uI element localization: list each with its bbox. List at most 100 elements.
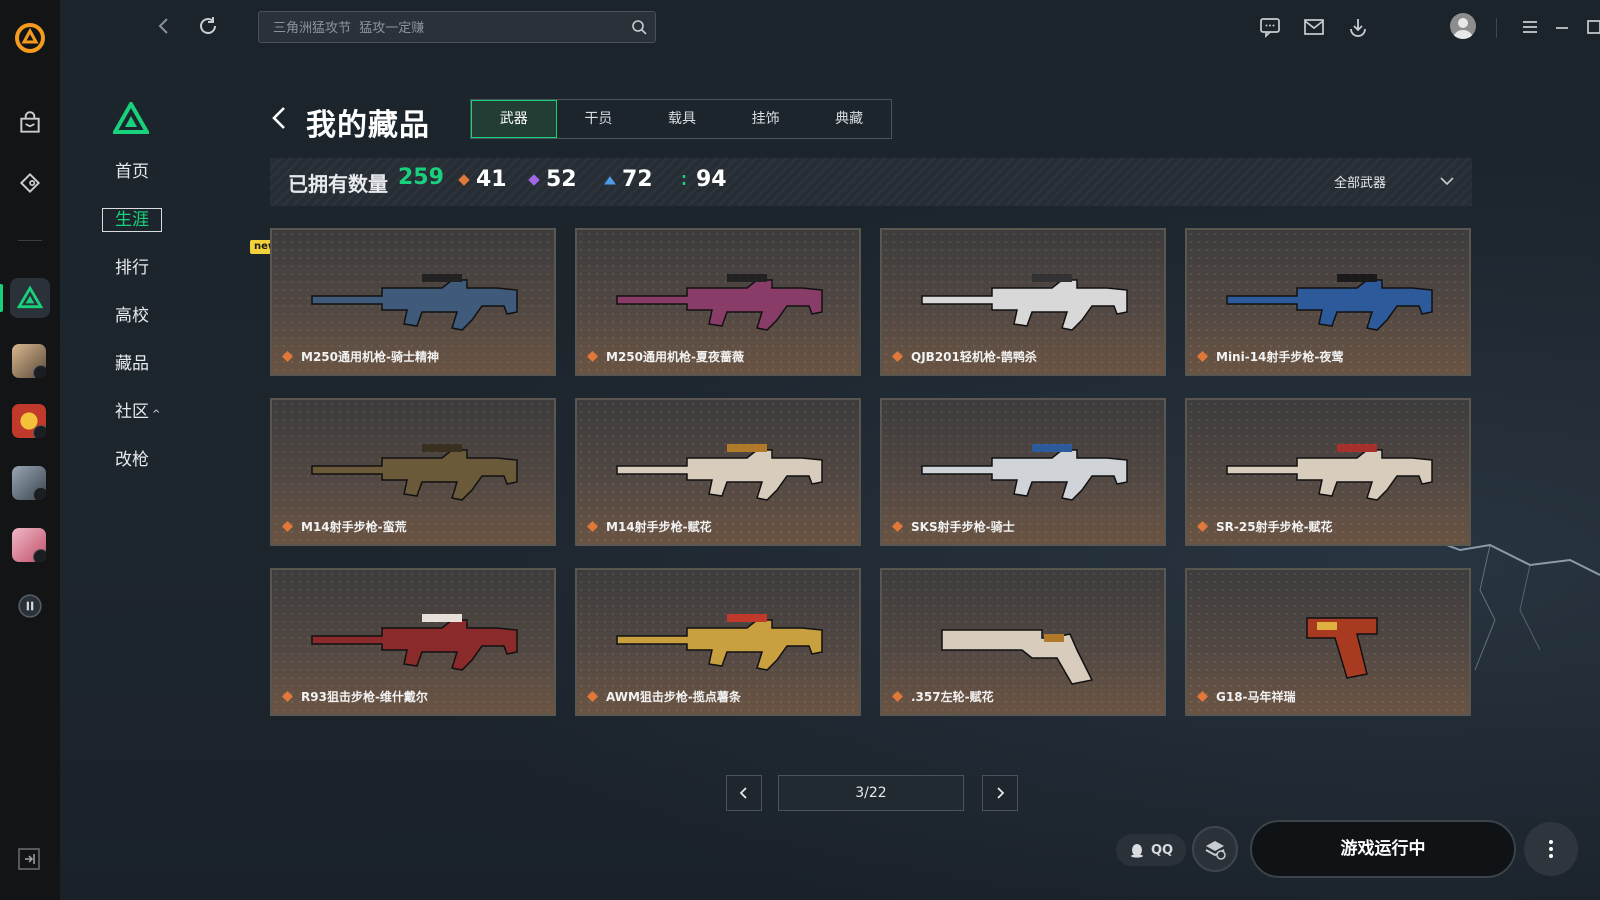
tier-gem-icon xyxy=(458,173,470,186)
minimize-icon[interactable] xyxy=(1550,15,1574,39)
stats-bar: 已拥有数量 259 41 52 72 94 全部武器 xyxy=(270,158,1472,206)
weapon-card[interactable]: M14射手步枪-蛮荒 xyxy=(270,398,556,546)
section-nav-item[interactable]: 改枪 xyxy=(100,446,220,494)
weapon-card[interactable]: M250通用机枪-骑士精神 xyxy=(270,228,556,376)
weapon-image xyxy=(1226,274,1433,331)
menu-icon[interactable] xyxy=(1518,15,1542,39)
maximize-icon[interactable] xyxy=(1582,15,1600,39)
weapon-card[interactable]: SKS射手步枪-骑士 xyxy=(880,398,1166,546)
weapon-filter-label[interactable]: 全部武器 xyxy=(1334,172,1386,191)
collapse-rail-icon[interactable] xyxy=(18,848,40,870)
section-nav-label: 社区 xyxy=(115,402,149,422)
weapon-name: G18-马年祥瑞 xyxy=(1216,690,1296,704)
game-avatar-pubg[interactable] xyxy=(12,344,46,378)
qq-login-button[interactable]: QQ xyxy=(1116,834,1186,866)
tab-item[interactable]: 典藏 xyxy=(807,100,891,138)
refresh-icon[interactable] xyxy=(196,14,220,38)
app-rail xyxy=(0,0,60,900)
weapon-card[interactable]: M14射手步枪-赋花 xyxy=(575,398,861,546)
owned-count: 259 xyxy=(398,165,444,190)
accelerator-icon xyxy=(1205,841,1226,860)
prev-page-button[interactable] xyxy=(726,775,762,811)
weapon-card[interactable]: R93狙击步枪-维什戴尔 xyxy=(270,568,556,716)
download-icon xyxy=(33,487,46,500)
section-nav-item[interactable]: 藏品 xyxy=(100,350,220,398)
weapon-caption: R93狙击步枪-维什戴尔 xyxy=(282,688,428,705)
weapon-card[interactable]: Mini-14射手步枪-夜莺 xyxy=(1185,228,1471,376)
tab-item[interactable]: 武器 xyxy=(471,100,557,138)
weapon-name: R93狙击步枪-维什戴尔 xyxy=(301,690,428,704)
tier-count: 41 xyxy=(476,167,507,192)
weapon-card[interactable]: SR-25射手步枪-赋花 xyxy=(1185,398,1471,546)
game-avatar-anime[interactable] xyxy=(12,528,46,562)
owned-label: 已拥有数量 xyxy=(288,172,388,196)
tag-icon[interactable] xyxy=(10,163,50,203)
section-nav-label: 排行 xyxy=(115,258,149,278)
quality-diamond-icon xyxy=(1197,521,1208,532)
tab-item[interactable]: 挂饰 xyxy=(724,100,808,138)
page-indicator[interactable]: 3/22 xyxy=(778,775,964,811)
weapon-card[interactable]: .357左轮-赋花 xyxy=(880,568,1166,716)
page-title: 我的藏品 xyxy=(306,108,430,143)
weapon-image xyxy=(921,274,1128,331)
more-options-button[interactable] xyxy=(1524,822,1578,876)
user-avatar[interactable] xyxy=(1450,13,1476,39)
section-nav-item[interactable]: 高校 xyxy=(100,302,220,350)
chevron-down-icon[interactable] xyxy=(1438,172,1456,190)
weapon-image xyxy=(616,444,823,501)
store-bag-icon[interactable] xyxy=(10,103,50,143)
pause-icon[interactable] xyxy=(10,586,50,626)
tier-gem-icon xyxy=(528,173,540,186)
game-running-button[interactable]: 游戏运行中 xyxy=(1250,820,1516,878)
chat-icon[interactable] xyxy=(1258,15,1282,39)
app-logo-icon[interactable] xyxy=(14,22,46,54)
weapon-caption: QJB201轻机枪-鹊鸭杀 xyxy=(892,348,1037,365)
tier-stat: 94 xyxy=(678,167,727,192)
weapon-card[interactable]: QJB201轻机枪-鹊鸭杀 xyxy=(880,228,1166,376)
tab-item[interactable]: 载具 xyxy=(640,100,724,138)
weapon-card[interactable]: AWM狙击步枪-揽点薯条 xyxy=(575,568,861,716)
chevron-up-icon: ^ xyxy=(152,409,161,420)
weapon-caption: M14射手步枪-赋花 xyxy=(587,518,712,535)
weapon-card[interactable]: G18-马年祥瑞 xyxy=(1185,568,1471,716)
accelerator-button[interactable] xyxy=(1192,826,1238,872)
weapon-image xyxy=(921,444,1128,501)
weapon-caption: M250通用机枪-夏夜蔷薇 xyxy=(587,348,744,365)
tier-stat: 72 xyxy=(604,167,653,192)
section-nav-item[interactable]: 社区 ^ xyxy=(100,398,220,446)
tier-count: 72 xyxy=(622,167,653,192)
tier-stat: 52 xyxy=(528,167,577,192)
chevron-left-icon xyxy=(739,787,747,799)
search-input[interactable] xyxy=(271,12,615,44)
section-nav-item[interactable]: 生涯 xyxy=(100,206,220,254)
search-box[interactable] xyxy=(258,11,656,44)
section-nav-label: 生涯 xyxy=(102,208,162,232)
qq-label: QQ xyxy=(1150,842,1174,858)
weapon-card[interactable]: M250通用机枪-夏夜蔷薇 xyxy=(575,228,861,376)
weapon-name: SKS射手步枪-骑士 xyxy=(911,520,1015,534)
download-manager-icon[interactable] xyxy=(1346,15,1370,39)
next-page-button[interactable] xyxy=(982,775,1018,811)
quality-diamond-icon xyxy=(282,521,293,532)
tier-gem-icon xyxy=(682,174,686,185)
title-back-icon[interactable] xyxy=(268,104,290,132)
qq-penguin-icon xyxy=(1130,844,1143,858)
weapon-image xyxy=(311,614,518,671)
search-icon[interactable] xyxy=(631,19,647,35)
weapon-caption: SR-25射手步枪-赋花 xyxy=(1197,518,1333,535)
section-nav-item[interactable]: 首页 xyxy=(100,158,220,206)
quality-diamond-icon xyxy=(892,691,903,702)
tier-gem-icon xyxy=(604,175,616,184)
weapon-name: M250通用机枪-骑士精神 xyxy=(301,350,439,364)
delta-force-game-icon[interactable] xyxy=(10,278,50,318)
back-arrow-icon[interactable] xyxy=(152,14,176,38)
top-bar xyxy=(60,0,1600,54)
section-nav-item[interactable]: 排行 xyxy=(100,254,220,302)
weapon-image xyxy=(616,274,823,331)
game-avatar-shooter[interactable] xyxy=(12,466,46,500)
weapon-name: M250通用机枪-夏夜蔷薇 xyxy=(606,350,744,364)
weapon-caption: Mini-14射手步枪-夜莺 xyxy=(1197,348,1343,365)
tab-item[interactable]: 干员 xyxy=(557,100,641,138)
game-avatar-crossfire[interactable] xyxy=(12,404,46,438)
mail-icon[interactable] xyxy=(1302,15,1326,39)
